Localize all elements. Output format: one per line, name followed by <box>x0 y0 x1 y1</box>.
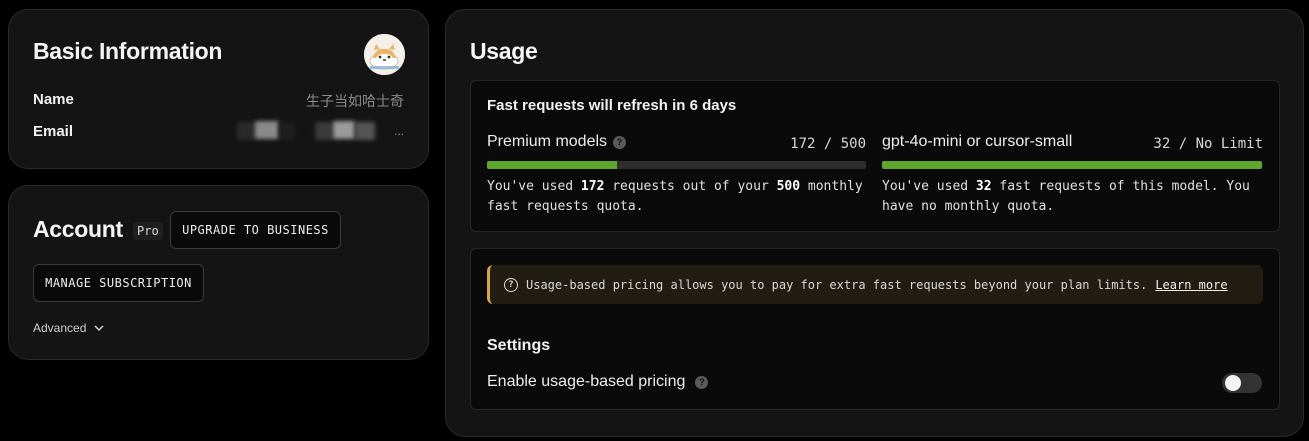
premium-progress-bar <box>487 161 866 169</box>
mini-progress-fill <box>882 161 1262 169</box>
advanced-toggle[interactable]: Advanced <box>33 321 104 335</box>
mini-usage-count: 32 / No Limit <box>1153 136 1263 152</box>
usage-pricing-notice: ? Usage-based pricing allows you to pay … <box>487 265 1263 304</box>
enable-usage-based-pricing-label: Enable usage-based pricing ? <box>487 373 709 391</box>
fast-requests-panel: Fast requests will refresh in 6 days Pre… <box>470 80 1280 232</box>
email-label: Email <box>33 123 74 140</box>
basic-information-title: Basic Information <box>33 38 223 64</box>
notice-text: Usage-based pricing allows you to pay fo… <box>526 277 1148 292</box>
name-value: 生子当如哈士奇 <box>306 93 404 109</box>
learn-more-link[interactable]: Learn more <box>1155 278 1227 292</box>
mini-models-label: gpt-4o-mini or cursor-small <box>882 133 1073 150</box>
account-title: Account <box>33 216 123 242</box>
mini-progress-bar <box>882 161 1262 169</box>
help-icon[interactable]: ? <box>613 135 627 149</box>
manage-subscription-button[interactable]: MANAGE SUBSCRIPTION <box>33 264 204 302</box>
plan-badge: Pro <box>133 222 163 240</box>
usage-pricing-panel: ? Usage-based pricing allows you to pay … <box>470 248 1280 410</box>
premium-usage-count: 172 / 500 <box>790 136 866 152</box>
name-label: Name <box>33 91 74 108</box>
toggle-knob <box>1225 375 1241 391</box>
premium-usage-description: You've used 172 requests out of your 500… <box>487 179 863 214</box>
settings-title: Settings <box>487 337 551 354</box>
basic-information-card: Basic Information Name 生子当如哈士奇 Email ... <box>8 9 429 169</box>
premium-progress-fill <box>487 161 618 169</box>
refresh-notice: Fast requests will refresh in 6 days <box>487 97 737 114</box>
usage-based-pricing-toggle[interactable] <box>1222 373 1262 393</box>
mini-usage-description: You've used 32 fast requests of this mod… <box>882 179 1250 214</box>
premium-models-label: Premium models ? <box>487 133 627 151</box>
avatar[interactable] <box>364 34 405 75</box>
advanced-label: Advanced <box>33 321 87 335</box>
account-card: Account Pro UPGRADE TO BUSINESS MANAGE S… <box>8 185 429 360</box>
help-icon[interactable]: ? <box>695 375 709 389</box>
upgrade-to-business-button[interactable]: UPGRADE TO BUSINESS <box>170 211 341 249</box>
usage-title: Usage <box>470 38 538 64</box>
chevron-down-icon <box>94 321 104 335</box>
email-value-ellipsis: ... <box>393 124 404 138</box>
question-circle-icon: ? <box>504 277 518 292</box>
usage-card: Usage Fast requests will refresh in 6 da… <box>445 9 1304 437</box>
